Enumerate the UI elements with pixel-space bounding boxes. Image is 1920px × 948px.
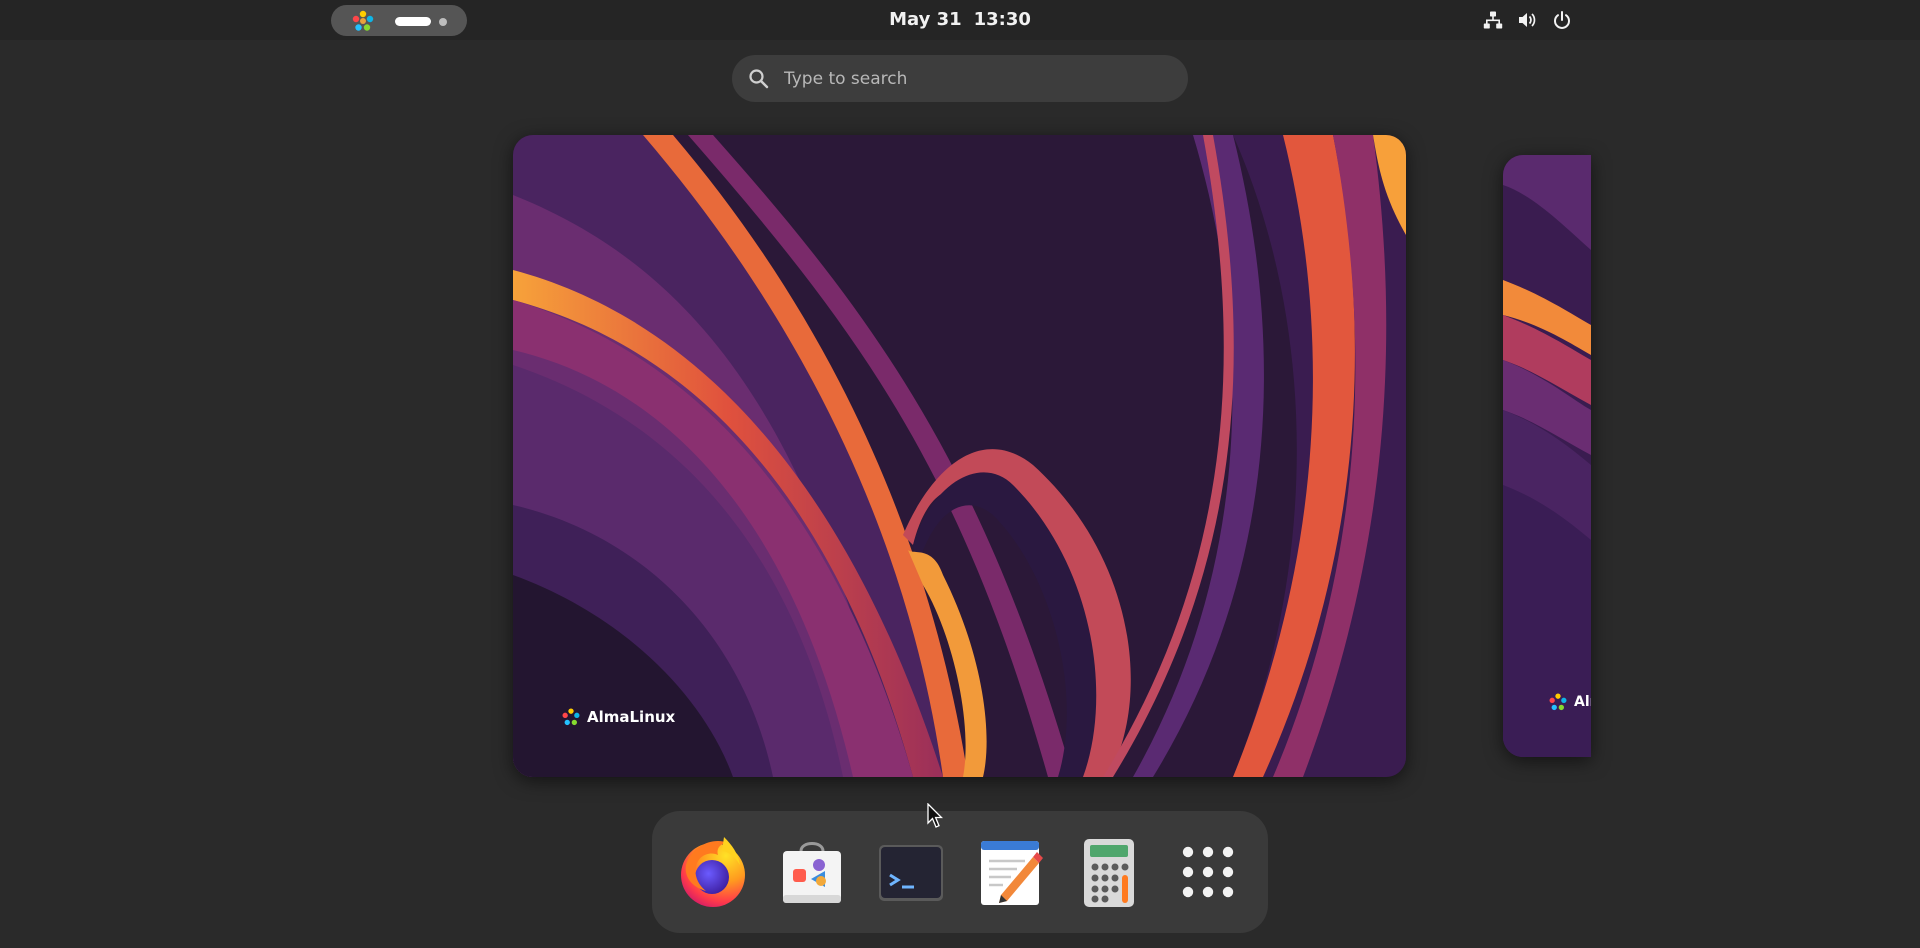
calculator-icon [1084, 839, 1134, 907]
clock-time: 13:30 [973, 9, 1031, 30]
brand-text: AlmaLinux [587, 708, 676, 726]
workspace-indicator-active[interactable] [395, 17, 431, 26]
dash-item-text-editor[interactable] [970, 832, 1050, 912]
dash-item-software[interactable] [772, 832, 852, 912]
system-power-icon[interactable] [1552, 10, 1572, 30]
show-applications-button[interactable] [1168, 832, 1248, 912]
app-grid-icon [1182, 846, 1234, 898]
terminal-icon [879, 845, 943, 901]
wallpaper-brand: AlmaLinux [1548, 692, 1591, 712]
wallpaper-brand: AlmaLinux [561, 707, 675, 727]
almalinux-logo-icon [1549, 693, 1567, 711]
wallpaper [1503, 155, 1591, 757]
search-icon [749, 69, 769, 89]
software-store-icon [783, 842, 841, 903]
workspace-thumbnail-main[interactable]: AlmaLinux [513, 135, 1406, 777]
text-editor-icon [981, 841, 1043, 905]
activities-button[interactable] [331, 5, 467, 36]
top-bar: May 31 13:30 [0, 0, 1920, 40]
mouse-cursor-icon [927, 803, 943, 828]
dash-item-calculator[interactable] [1069, 832, 1149, 912]
almalinux-logo-icon [562, 708, 580, 726]
firefox-icon [681, 837, 745, 907]
clock-date: May 31 [889, 9, 962, 30]
workspace-indicator-dot[interactable] [439, 18, 447, 26]
search-input[interactable] [782, 63, 1166, 95]
dash [652, 811, 1268, 933]
almalinux-logo-icon [352, 10, 374, 31]
dash-item-firefox[interactable] [673, 832, 753, 912]
audio-volume-icon[interactable] [1517, 10, 1537, 30]
clock-button[interactable]: May 31 13:30 [860, 9, 1060, 31]
search-entry[interactable] [732, 55, 1188, 102]
network-wired-icon[interactable] [1483, 10, 1503, 30]
dash-item-terminal[interactable] [871, 832, 951, 912]
wallpaper [513, 135, 1406, 777]
workspace-thumbnail-second[interactable]: AlmaLinux [1503, 155, 1591, 757]
brand-text: AlmaLinux [1574, 694, 1591, 710]
